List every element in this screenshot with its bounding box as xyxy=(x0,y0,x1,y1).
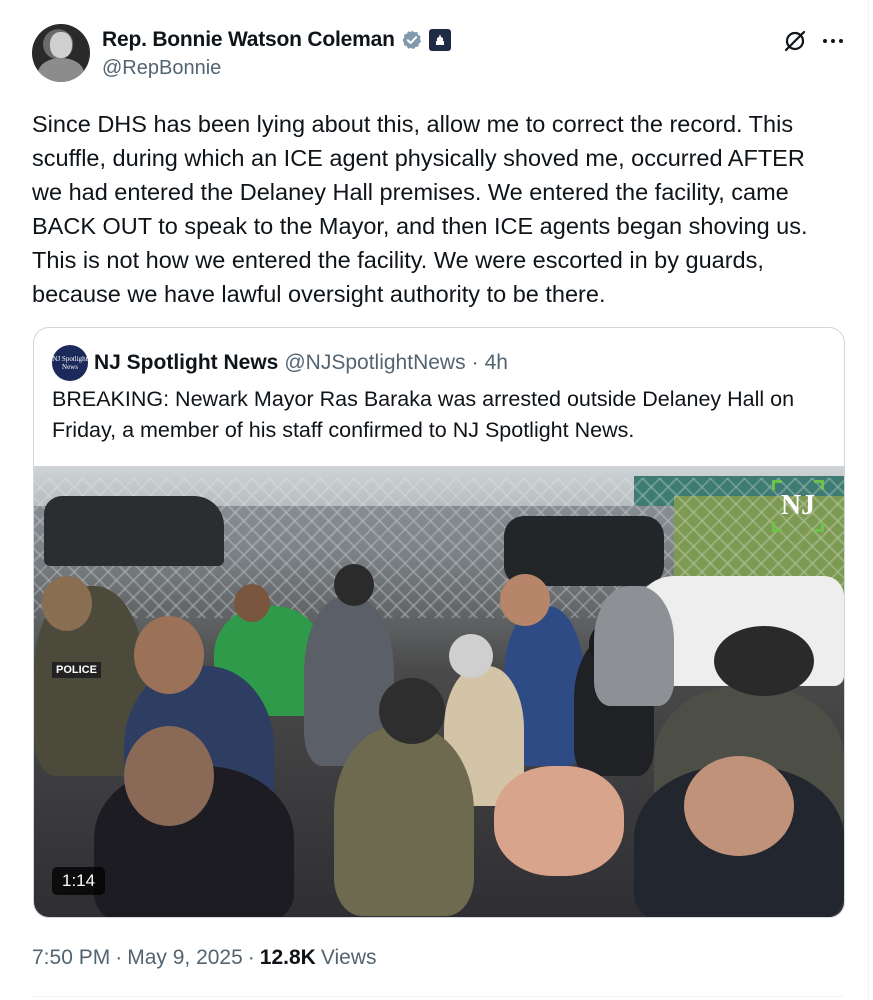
avatar-face xyxy=(50,32,72,58)
tweet: Rep. Bonnie Watson Coleman @RepBonnie Si… xyxy=(0,0,873,1000)
meta-separator: · xyxy=(247,946,255,969)
grok-icon[interactable] xyxy=(782,28,808,54)
tweet-time[interactable]: 7:50 PM xyxy=(32,946,110,970)
quote-text: BREAKING: Newark Mayor Ras Baraka was ar… xyxy=(52,387,795,442)
views-count[interactable]: 12.8K xyxy=(260,946,316,970)
author-handle[interactable]: @RepBonnie xyxy=(102,57,221,80)
quote-avatar[interactable]: NJ Spotlight News xyxy=(52,345,88,381)
quote-time[interactable]: 4h xyxy=(485,351,508,375)
video-person-head xyxy=(124,726,214,826)
tweet-meta: 7:50 PM · May 9, 2025 · 12.8K Views xyxy=(32,944,376,972)
video-person-head xyxy=(334,564,374,606)
nj-corner xyxy=(814,522,824,532)
quoted-tweet[interactable]: NJ Spotlight News NJ Spotlight News @NJS… xyxy=(33,327,845,918)
government-affiliation-icon[interactable] xyxy=(428,29,451,51)
quote-display-name[interactable]: NJ Spotlight News xyxy=(94,351,278,375)
video-person-head xyxy=(500,574,550,626)
column-border xyxy=(868,0,869,1000)
video-player[interactable]: POLICE NJ 1:14 xyxy=(34,466,844,917)
bottom-divider xyxy=(32,996,844,997)
video-person-head xyxy=(379,678,445,744)
video-person xyxy=(594,586,674,706)
nj-corner xyxy=(772,480,782,490)
video-person-head xyxy=(449,634,493,678)
verified-badge-icon[interactable] xyxy=(401,29,423,51)
more-horizontal-icon[interactable] xyxy=(820,28,846,54)
video-person-head xyxy=(714,626,814,696)
tweet-text: Since DHS has been lying about this, all… xyxy=(32,111,808,307)
video-person-head xyxy=(134,616,204,694)
meta-separator: · xyxy=(115,946,123,969)
quote-handle[interactable]: @NJSpotlightNews xyxy=(284,351,465,375)
nj-corner xyxy=(814,480,824,490)
nj-watermark-text: NJ xyxy=(780,490,816,521)
nj-corner xyxy=(772,522,782,532)
video-raised-hand xyxy=(494,766,624,876)
video-person-head xyxy=(684,756,794,856)
video-person-head xyxy=(234,584,270,622)
views-label[interactable]: Views xyxy=(321,946,377,970)
video-person-head xyxy=(42,576,92,631)
avatar-shoulder xyxy=(38,58,84,82)
author-name-row: Rep. Bonnie Watson Coleman xyxy=(102,26,451,54)
video-car-left xyxy=(44,496,224,566)
quote-avatar-logo-text: NJ Spotlight News xyxy=(52,355,88,371)
video-person xyxy=(334,726,474,916)
quote-separator: · xyxy=(471,351,479,374)
police-patch: POLICE xyxy=(52,662,101,678)
video-duration-badge: 1:14 xyxy=(52,867,106,895)
nj-watermark: NJ xyxy=(772,480,824,532)
author-avatar[interactable] xyxy=(32,24,90,82)
author-display-name[interactable]: Rep. Bonnie Watson Coleman xyxy=(102,28,395,52)
tweet-date[interactable]: May 9, 2025 xyxy=(127,946,243,970)
quote-header: NJ Spotlight News @NJSpotlightNews · 4h xyxy=(94,349,508,377)
